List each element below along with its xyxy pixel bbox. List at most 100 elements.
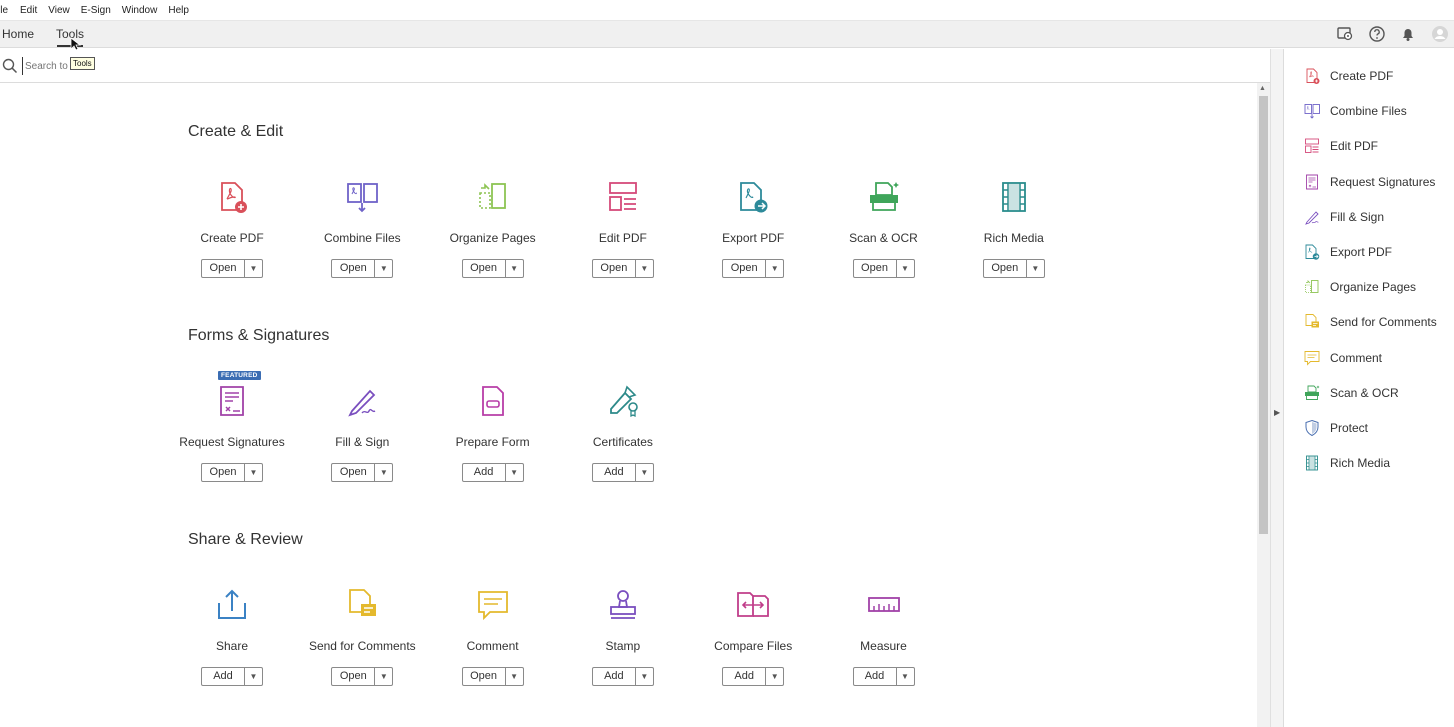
tool-action-button[interactable]: Open	[202, 464, 245, 481]
request-signatures-icon[interactable]	[214, 383, 250, 419]
edit-pdf-open-button[interactable]: Open ▼	[591, 259, 654, 278]
chevron-down-icon[interactable]: ▼	[375, 260, 392, 277]
right-pane-item-export-pdf[interactable]: Export PDF	[1303, 242, 1392, 262]
scan-ocr-open-button[interactable]: Open ▼	[852, 259, 915, 278]
tool-label[interactable]: Organize Pages	[428, 231, 558, 245]
tool-action-button[interactable]: Open	[723, 260, 767, 277]
menu-file[interactable]: ile	[0, 0, 8, 21]
tool-tile-comment[interactable]: Comment Open ▼	[428, 587, 558, 697]
right-pane-item-fill-sign[interactable]: Fill & Sign	[1303, 207, 1384, 227]
certificates-add-button[interactable]: Add ▼	[591, 463, 654, 482]
tool-label[interactable]: Scan & OCR	[819, 231, 949, 245]
chevron-down-icon[interactable]: ▼	[636, 464, 653, 481]
organize-pages-open-button[interactable]: Open ▼	[461, 259, 524, 278]
chevron-down-icon[interactable]: ▼	[245, 464, 262, 481]
combine-files-open-button[interactable]: Open ▼	[331, 259, 394, 278]
tool-tile-certificates[interactable]: Certificates Add ▼	[558, 383, 688, 493]
tool-label[interactable]: Certificates	[558, 435, 688, 449]
prepare-form-add-button[interactable]: Add ▼	[461, 463, 524, 482]
right-pane-item-protect[interactable]: Protect	[1303, 418, 1368, 438]
tool-action-button[interactable]: Open	[984, 260, 1027, 277]
compare-files-add-button[interactable]: Add ▼	[722, 667, 785, 686]
chevron-down-icon[interactable]: ▼	[375, 464, 392, 481]
scan-ocr-icon[interactable]	[866, 179, 902, 215]
export-pdf-icon[interactable]	[735, 179, 771, 215]
notifications-bell-icon[interactable]	[1399, 25, 1417, 43]
menu-view[interactable]: View	[48, 0, 70, 21]
tool-label[interactable]: Prepare Form	[428, 435, 558, 449]
tool-action-button[interactable]: Open	[854, 260, 897, 277]
right-pane-item-send-for-comments[interactable]: Send for Comments	[1303, 312, 1437, 332]
account-avatar-icon[interactable]	[1431, 25, 1449, 43]
tool-label[interactable]: Combine Files	[297, 231, 427, 245]
chevron-down-icon[interactable]: ▼	[1027, 260, 1044, 277]
edit-pdf-icon[interactable]	[605, 179, 641, 215]
tool-tile-fill-sign[interactable]: Fill & Sign Open ▼	[297, 383, 427, 493]
fill-sign-open-button[interactable]: Open ▼	[331, 463, 394, 482]
tool-label[interactable]: Fill & Sign	[297, 435, 427, 449]
menu-window[interactable]: Window	[122, 0, 158, 21]
scrollbar-thumb[interactable]	[1259, 96, 1268, 534]
send-for-comments-icon[interactable]	[344, 587, 380, 623]
right-pane-item-edit-pdf[interactable]: Edit PDF	[1303, 136, 1378, 156]
certificates-icon[interactable]	[605, 383, 641, 419]
tool-label[interactable]: Measure	[819, 639, 949, 653]
tool-label[interactable]: Edit PDF	[558, 231, 688, 245]
help-icon[interactable]	[1368, 25, 1386, 43]
chevron-down-icon[interactable]: ▼	[636, 260, 653, 277]
measure-add-button[interactable]: Add ▼	[852, 667, 915, 686]
chevron-down-icon[interactable]: ▼	[636, 668, 653, 685]
menu-edit[interactable]: Edit	[20, 0, 37, 21]
send-for-comments-open-button[interactable]: Open ▼	[331, 667, 394, 686]
create-pdf-icon[interactable]	[214, 179, 250, 215]
create-pdf-open-button[interactable]: Open ▼	[201, 259, 263, 278]
tool-tile-share[interactable]: Share Add ▼	[167, 587, 297, 697]
tool-action-button[interactable]: Open	[332, 260, 376, 277]
request-signatures-open-button[interactable]: Open ▼	[201, 463, 263, 482]
tool-action-button[interactable]: Open	[593, 260, 636, 277]
compare-files-icon[interactable]	[735, 587, 771, 623]
tool-tile-compare-files[interactable]: Compare Files Add ▼	[688, 587, 818, 697]
chevron-down-icon[interactable]: ▼	[375, 668, 392, 685]
tool-tile-edit-pdf[interactable]: Edit PDF Open ▼	[558, 179, 688, 289]
tool-tile-organize-pages[interactable]: Organize Pages Open ▼	[428, 179, 558, 289]
right-pane-item-scan-ocr[interactable]: Scan & OCR	[1303, 383, 1399, 403]
chevron-down-icon[interactable]: ▼	[766, 260, 783, 277]
tool-action-button[interactable]: Open	[463, 260, 506, 277]
tool-label[interactable]: Stamp	[558, 639, 688, 653]
prepare-form-icon[interactable]	[475, 383, 511, 419]
tool-action-button[interactable]: Open	[332, 464, 376, 481]
tool-tile-export-pdf[interactable]: Export PDF Open ▼	[688, 179, 818, 289]
right-pane-item-comment[interactable]: Comment	[1303, 348, 1382, 368]
chevron-down-icon[interactable]: ▼	[897, 668, 914, 685]
measure-icon[interactable]	[866, 587, 902, 623]
rich-media-open-button[interactable]: Open ▼	[982, 259, 1045, 278]
share-review-icon[interactable]	[1336, 25, 1354, 43]
chevron-down-icon[interactable]: ▼	[506, 260, 523, 277]
tool-label[interactable]: Send for Comments	[297, 639, 427, 653]
tool-action-button[interactable]: Add	[593, 668, 636, 685]
tool-label[interactable]: Compare Files	[688, 639, 818, 653]
tool-action-button[interactable]: Open	[332, 668, 376, 685]
vertical-scrollbar[interactable]: ▲	[1257, 83, 1270, 727]
comment-icon[interactable]	[475, 587, 511, 623]
tool-tile-scan-ocr[interactable]: Scan & OCR Open ▼	[819, 179, 949, 289]
export-pdf-open-button[interactable]: Open ▼	[722, 259, 785, 278]
rich-media-icon[interactable]	[996, 179, 1032, 215]
right-pane-item-request-signatures[interactable]: Request Signatures	[1303, 172, 1435, 192]
tool-action-button[interactable]: Add	[723, 668, 767, 685]
tool-tile-request-signatures[interactable]: FEATURED Request Signatures Open ▼	[167, 371, 297, 493]
right-pane-item-create-pdf[interactable]: Create PDF	[1303, 66, 1393, 86]
collapse-arrow-icon[interactable]: ▶	[1274, 408, 1280, 417]
right-pane-item-organize-pages[interactable]: Organize Pages	[1303, 277, 1416, 297]
tool-tile-combine-files[interactable]: Combine Files Open ▼	[297, 179, 427, 289]
tool-tile-create-pdf[interactable]: Create PDF Open ▼	[167, 179, 297, 289]
stamp-icon[interactable]	[605, 587, 641, 623]
chevron-down-icon[interactable]: ▼	[245, 260, 262, 277]
tool-action-button[interactable]: Open	[463, 668, 506, 685]
menu-help[interactable]: Help	[168, 0, 189, 21]
menu-esign[interactable]: E-Sign	[81, 0, 111, 21]
right-pane-item-combine-files[interactable]: Combine Files	[1303, 101, 1407, 121]
chevron-down-icon[interactable]: ▼	[245, 668, 262, 685]
tool-action-button[interactable]: Add	[202, 668, 245, 685]
